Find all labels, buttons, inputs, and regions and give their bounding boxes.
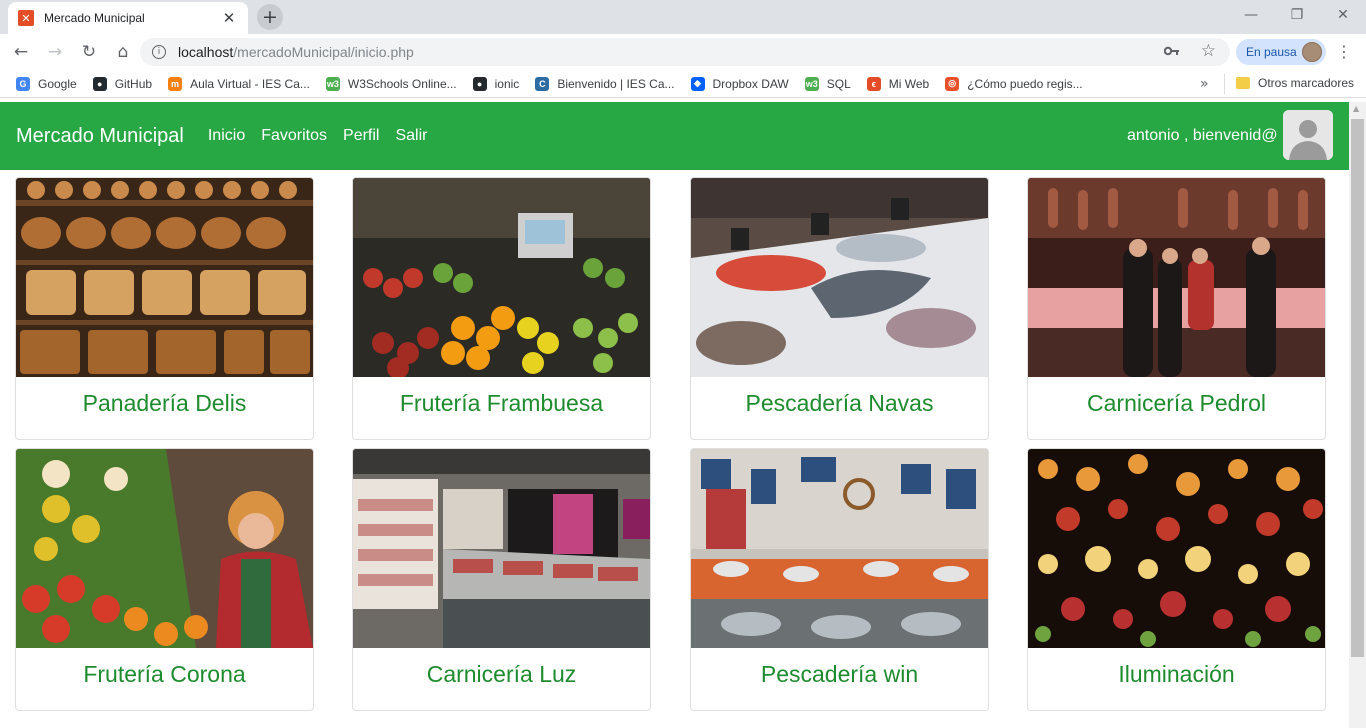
bookmark-item[interactable]: ◎ ¿Cómo puedo regis...: [945, 76, 1083, 91]
bookmarks-divider: [1224, 74, 1225, 94]
shop-name[interactable]: Carnicería Luz: [353, 661, 650, 688]
back-icon[interactable]: ←: [6, 37, 36, 67]
scroll-up-icon[interactable]: ▲: [1353, 104, 1359, 113]
xampp-icon: ✕: [18, 10, 34, 26]
home-icon[interactable]: ⌂: [108, 37, 138, 67]
seafood-market-photo: [691, 449, 988, 648]
site-brand[interactable]: Mercado Municipal: [16, 125, 184, 148]
bookmark-label: Google: [38, 76, 77, 91]
address-bar[interactable]: i localhost/mercadoMunicipal/inicio.php …: [140, 38, 1230, 66]
site-navbar: Mercado Municipal Inicio Favoritos Perfi…: [0, 102, 1349, 170]
tab-title: Mercado Municipal: [44, 11, 145, 25]
shop-card[interactable]: Panadería Delis: [15, 177, 314, 440]
github-icon: ●: [472, 76, 487, 91]
nav-perfil[interactable]: Perfil: [343, 127, 379, 145]
lamps-shop-photo: [1028, 449, 1325, 648]
other-bookmarks-folder[interactable]: Otros marcadores: [1236, 76, 1354, 90]
reload-icon[interactable]: ↻: [74, 37, 104, 67]
bookmark-label: ionic: [494, 76, 520, 91]
close-tab-icon[interactable]: ✕: [220, 9, 238, 27]
shop-card[interactable]: Carnicería Pedrol: [1027, 177, 1326, 440]
key-icon[interactable]: [1163, 43, 1180, 59]
shop-card[interactable]: Frutería Frambuesa: [352, 177, 651, 440]
nav-favoritos[interactable]: Favoritos: [261, 127, 327, 145]
bookmark-item[interactable]: ◆ Dropbox DAW: [690, 76, 789, 91]
shop-card[interactable]: Frutería Corona: [15, 448, 314, 711]
minimize-icon[interactable]: —: [1228, 0, 1274, 30]
bookmark-label: W3Schools Online...: [347, 76, 457, 91]
menu-kebab-icon[interactable]: ⋮: [1336, 42, 1352, 61]
forward-icon[interactable]: →: [40, 37, 70, 67]
fish-counter-photo: [691, 178, 988, 377]
browser-toolbar: ← → ↻ ⌂ i localhost/mercadoMunicipal/ini…: [0, 34, 1366, 70]
google-icon: G: [16, 76, 30, 91]
page-viewport: Mercado Municipal Inicio Favoritos Perfi…: [0, 102, 1349, 728]
browser-tab[interactable]: ✕ Mercado Municipal ✕: [8, 2, 248, 34]
w3schools-icon: w3: [804, 76, 819, 91]
profile-button[interactable]: En pausa: [1236, 39, 1326, 65]
shop-name[interactable]: Iluminación: [1028, 661, 1325, 688]
school-icon: C: [535, 76, 550, 91]
scrollbar-thumb[interactable]: [1351, 119, 1364, 657]
nav-inicio[interactable]: Inicio: [208, 127, 245, 145]
fruit-vendor-photo: [16, 449, 313, 648]
shop-card[interactable]: Iluminación: [1027, 448, 1326, 711]
w3schools-icon: w3: [325, 76, 340, 91]
bookmark-item[interactable]: ϵ Mi Web: [866, 76, 930, 91]
meat-counter-photo: [353, 449, 650, 648]
moodle-icon: m: [168, 76, 183, 91]
bookmark-item[interactable]: m Aula Virtual - IES Ca...: [168, 76, 310, 91]
url-host: localhost: [178, 44, 234, 60]
github-icon: ●: [92, 76, 107, 91]
bookmark-label: Bienvenido | IES Ca...: [557, 76, 675, 91]
shop-name[interactable]: Frutería Frambuesa: [353, 390, 650, 417]
fruit-stall-photo: [353, 178, 650, 377]
new-tab-button[interactable]: +: [257, 4, 283, 30]
bookmark-item[interactable]: w3 W3Schools Online...: [325, 76, 457, 91]
other-bookmarks-label: Otros marcadores: [1258, 76, 1355, 90]
more-bookmarks-icon[interactable]: »: [1200, 76, 1209, 92]
shop-name[interactable]: Pescadería Navas: [691, 390, 988, 417]
bakery-shelves-photo: [16, 178, 313, 377]
shop-card[interactable]: Pescadería Navas: [690, 177, 989, 440]
bookmark-label: Mi Web: [888, 76, 930, 91]
bookmark-label: Dropbox DAW: [712, 76, 789, 91]
dropbox-icon: ◆: [690, 76, 705, 91]
restore-icon[interactable]: ❐: [1274, 0, 1320, 30]
nav-salir[interactable]: Salir: [395, 127, 427, 145]
folder-icon: [1236, 77, 1250, 89]
question-icon: ◎: [945, 76, 960, 91]
bookmark-item[interactable]: G Google: [16, 76, 77, 91]
url-path: /mercadoMunicipal/inicio.php: [233, 44, 414, 60]
profile-label: En pausa: [1246, 45, 1297, 59]
bookmark-item[interactable]: ● GitHub: [92, 76, 153, 91]
bookmark-label: ¿Cómo puedo regis...: [967, 76, 1083, 91]
user-avatar[interactable]: [1283, 110, 1333, 160]
shop-name[interactable]: Pescadería win: [691, 661, 988, 688]
user-greeting: antonio , bienvenid@: [1127, 127, 1278, 144]
close-window-icon[interactable]: ✕: [1320, 0, 1366, 30]
butcher-shop-photo: [1028, 178, 1325, 377]
bookmark-item[interactable]: w3 SQL: [804, 76, 851, 91]
page-scrollbar[interactable]: ▲: [1349, 102, 1366, 728]
web-icon: ϵ: [866, 76, 881, 91]
shop-card[interactable]: Pescadería win: [690, 448, 989, 711]
bookmark-item[interactable]: C Bienvenido | IES Ca...: [535, 76, 675, 91]
shop-card[interactable]: Carnicería Luz: [352, 448, 651, 711]
shop-name[interactable]: Frutería Corona: [16, 661, 313, 688]
profile-avatar: [1302, 42, 1322, 62]
bookmark-item[interactable]: ● ionic: [472, 76, 520, 91]
bookmark-label: GitHub: [114, 76, 153, 91]
shop-name[interactable]: Carnicería Pedrol: [1028, 390, 1325, 417]
tab-strip: ✕ Mercado Municipal ✕ + — ❐ ✕: [0, 0, 1366, 34]
site-info-icon[interactable]: i: [152, 45, 166, 59]
shop-name[interactable]: Panadería Delis: [16, 390, 313, 417]
bookmarks-bar: G Google ● GitHub m Aula Virtual - IES Ca... w…: [0, 70, 1366, 98]
bookmark-label: SQL: [826, 76, 851, 91]
bookmark-star-icon[interactable]: ☆: [1201, 41, 1216, 61]
bookmark-label: Aula Virtual - IES Ca...: [190, 76, 310, 91]
